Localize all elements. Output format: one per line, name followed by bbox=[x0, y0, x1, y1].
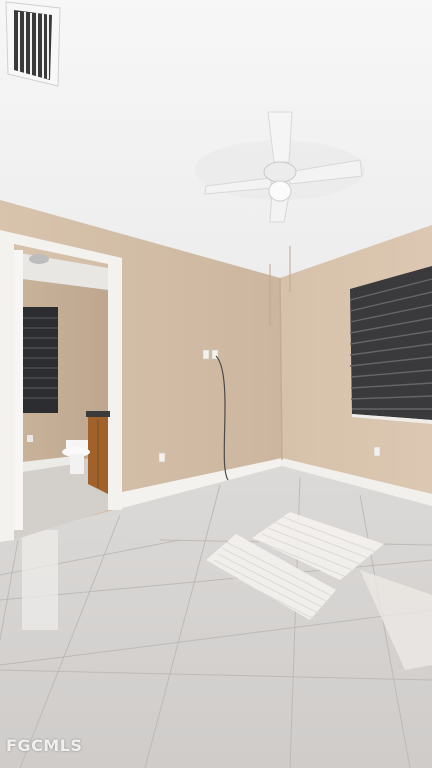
fan-light-globe bbox=[268, 180, 292, 202]
room-photo: FGCMLS bbox=[0, 0, 432, 768]
wall-jack bbox=[202, 349, 210, 360]
bathroom-light bbox=[29, 254, 49, 264]
ceiling-air-vent bbox=[5, 1, 61, 87]
bathroom-window-blinds bbox=[18, 307, 58, 413]
wall-outlet-right bbox=[373, 446, 381, 457]
bathroom-doorway bbox=[0, 230, 122, 542]
room-illustration bbox=[0, 0, 432, 768]
window-with-blinds bbox=[349, 266, 432, 424]
wall-outlet-lower bbox=[158, 452, 166, 463]
watermark: FGCMLS bbox=[6, 736, 83, 755]
